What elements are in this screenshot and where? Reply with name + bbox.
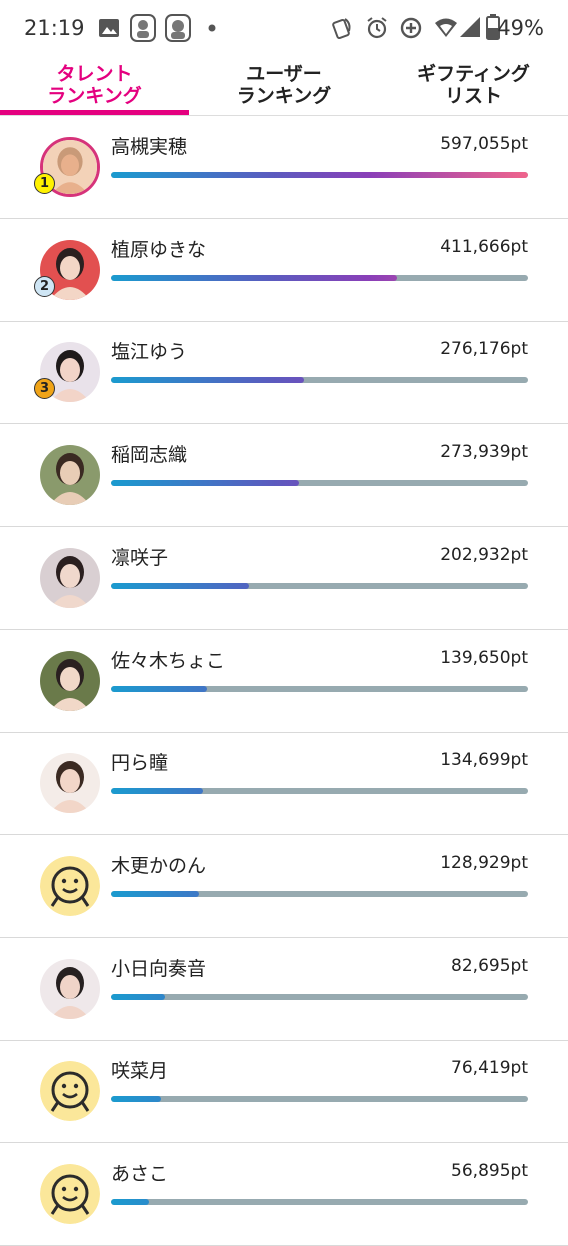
wifi-icon (435, 18, 457, 37)
talent-points: 273,939pt (440, 442, 528, 463)
more-notifications-dot-icon (208, 24, 216, 32)
tab-talent-ranking[interactable]: タレント ランキング (0, 56, 189, 114)
talent-name: 高槻実穂 (111, 136, 188, 158)
talent-points: 411,666pt (440, 236, 528, 257)
talent-name: 植原ゆきな (111, 238, 207, 261)
ranking-row[interactable]: 3 塩江ゆう 276,176pt (0, 321, 568, 425)
talent-avatar-photo (40, 650, 100, 711)
points-progress-bar (111, 1096, 528, 1103)
talent-points: 139,650pt (440, 647, 528, 668)
points-progress-bar (111, 172, 528, 178)
points-progress-fill (111, 377, 304, 384)
talent-points: 56,895pt (451, 1161, 528, 1181)
points-progress-fill (111, 788, 203, 795)
talent-points: 202,932pt (440, 544, 528, 565)
talent-points: 597,055pt (440, 134, 528, 154)
talent-avatar-photo (40, 547, 100, 608)
talent-name: 咲菜月 (111, 1060, 169, 1083)
default-avatar-smiley-icon (40, 1164, 100, 1224)
points-progress-bar (111, 377, 528, 384)
ranking-row[interactable]: 木更かのん 128,929pt (0, 835, 568, 938)
default-avatar-smiley-icon (40, 1061, 100, 1122)
talent-name: あさこ (111, 1163, 169, 1185)
points-progress-bar (111, 274, 528, 281)
alarm-icon (367, 17, 387, 39)
talent-points: 128,929pt (440, 852, 528, 873)
talent-points: 276,176pt (440, 339, 528, 360)
talent-name: 塩江ゆう (111, 341, 188, 364)
talent-avatar-photo (40, 753, 100, 814)
talent-name: 佐々木ちょこ (111, 649, 226, 672)
talent-avatar-photo (40, 445, 100, 506)
ranking-row[interactable]: 咲菜月 76,419pt (0, 1040, 568, 1144)
ranking-row[interactable]: 2 植原ゆきな 411,666pt (0, 219, 568, 322)
gallery-notification-icon (99, 19, 119, 37)
ranking-row[interactable]: 稲岡志織 273,939pt (0, 424, 568, 528)
ranking-row[interactable]: あさこ 56,895pt (0, 1143, 568, 1246)
points-progress-bar (111, 480, 528, 487)
talent-points: 76,419pt (451, 1058, 528, 1079)
ranking-row[interactable]: 小日向奏音 82,695pt (0, 938, 568, 1041)
tab-gifting-list[interactable]: ギフティング リスト (379, 56, 568, 114)
points-progress-bar (111, 582, 528, 589)
status-time: 21:19 (24, 16, 85, 40)
points-progress-fill (111, 582, 250, 589)
battery-percentage: 49% (497, 16, 544, 40)
app-notification-icon-2 (165, 14, 191, 42)
app-notification-icon (130, 14, 156, 42)
points-progress-bar (111, 890, 528, 897)
points-progress-fill (111, 172, 528, 178)
rank-badge: 1 (34, 173, 55, 194)
ranking-row[interactable]: 佐々木ちょこ 139,650pt (0, 630, 568, 733)
talent-name: 稲岡志織 (111, 444, 188, 467)
talent-avatar-photo (40, 958, 100, 1019)
ranking-row[interactable]: 円ら瞳 134,699pt (0, 732, 568, 836)
cellular-signal-icon (460, 17, 480, 37)
points-progress-bar (111, 685, 528, 692)
talent-points: 82,695pt (451, 955, 528, 976)
points-progress-fill (111, 993, 166, 1000)
ranking-row[interactable]: 凛咲子 202,932pt (0, 527, 568, 630)
nfc-icon (332, 18, 351, 40)
status-bar: 21:19 49% (0, 0, 568, 56)
ranking-row[interactable]: 1 高槻実穂 597,055pt (0, 116, 568, 219)
talent-points: 134,699pt (440, 750, 528, 771)
talent-name: 凛咲子 (111, 546, 169, 569)
ranking-tabs: タレント ランキング ユーザー ランキング ギフティング リスト (0, 56, 568, 114)
points-progress-fill (111, 1096, 162, 1103)
default-avatar-smiley-icon (40, 855, 100, 916)
points-progress-fill (111, 480, 300, 487)
talent-name: 木更かのん (111, 854, 207, 877)
tab-user-ranking[interactable]: ユーザー ランキング (189, 56, 379, 114)
talent-name: 小日向奏音 (111, 957, 207, 980)
points-progress-bar (111, 788, 528, 795)
rank-badge: 2 (34, 275, 55, 297)
points-progress-fill (111, 685, 207, 692)
points-progress-bar (111, 993, 528, 1000)
talent-name: 円ら瞳 (111, 752, 169, 775)
points-progress-fill (111, 890, 199, 897)
points-progress-fill (111, 274, 397, 281)
data-saver-icon (400, 17, 422, 39)
